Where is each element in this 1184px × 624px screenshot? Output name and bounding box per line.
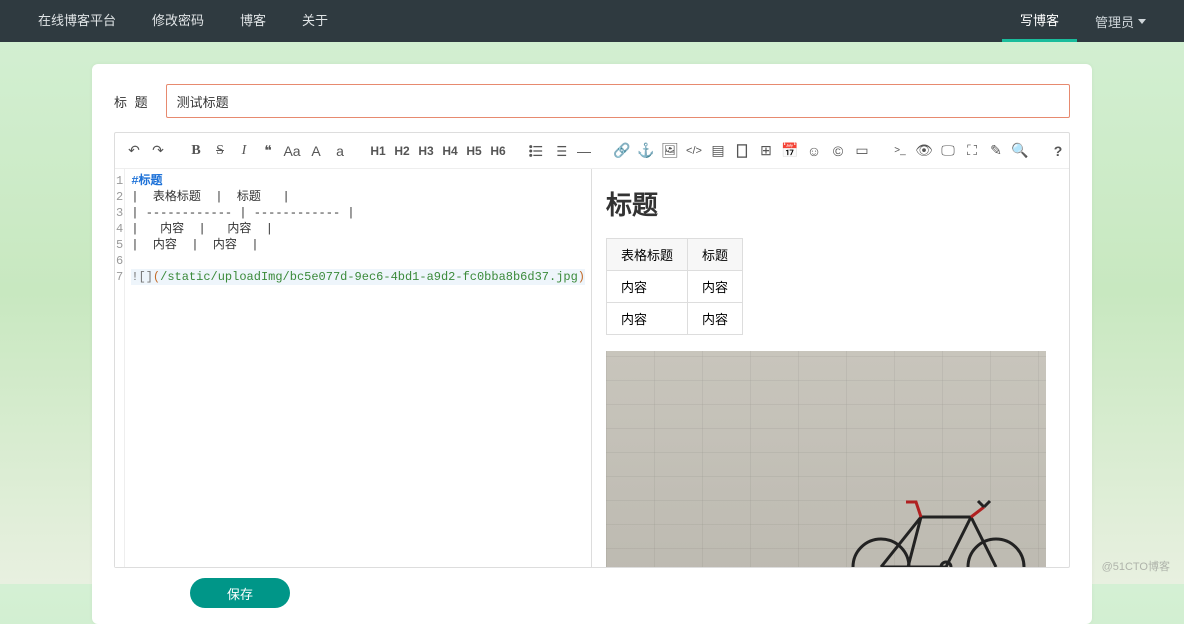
italic-button[interactable]: I bbox=[233, 138, 255, 164]
special-char-icon[interactable]: © bbox=[827, 138, 849, 164]
redo-icon[interactable]: ↷ bbox=[147, 138, 169, 164]
caret-down-icon bbox=[1138, 19, 1146, 24]
title-row: 标 题 bbox=[114, 84, 1070, 118]
code-icon[interactable]: </> bbox=[683, 138, 705, 164]
table-cell: 内容 bbox=[688, 303, 743, 335]
nav-change-password[interactable]: 修改密码 bbox=[134, 0, 222, 42]
code-line[interactable]: ![](/static/uploadImg/bc5e077d-9ec6-4bd1… bbox=[131, 269, 585, 285]
nav-about[interactable]: 关于 bbox=[284, 0, 346, 42]
h4-button[interactable]: H4 bbox=[439, 138, 461, 164]
source-code[interactable]: #标题| 表格标题 | 标题 || ------------ | -------… bbox=[125, 169, 591, 567]
search-icon[interactable]: 🔍 bbox=[1009, 138, 1031, 164]
clear-icon[interactable]: ✎ bbox=[985, 138, 1007, 164]
watermark: @51CTO博客 bbox=[1102, 558, 1170, 574]
nav-blog[interactable]: 博客 bbox=[222, 0, 284, 42]
preview-icon[interactable]: 🖵 bbox=[937, 138, 959, 164]
title-label: 标 题 bbox=[114, 92, 150, 111]
h3-button[interactable]: H3 bbox=[415, 138, 437, 164]
nav-admin-dropdown[interactable]: 管理员 bbox=[1077, 12, 1164, 31]
watch-icon[interactable]: 👁 bbox=[913, 138, 935, 164]
markdown-editor: ↶ ↷ B S I ❝ Aa A a H1 H2 H3 H4 H5 H6 — 🔗… bbox=[114, 132, 1070, 568]
code-line[interactable]: #标题 bbox=[131, 173, 585, 189]
table-icon[interactable]: ⊞ bbox=[755, 138, 777, 164]
form-footer: 保存 bbox=[114, 568, 1070, 608]
h6-button[interactable]: H6 bbox=[487, 138, 509, 164]
file-icon[interactable] bbox=[731, 138, 753, 164]
bicycle-image bbox=[836, 477, 1036, 567]
unordered-list-icon[interactable] bbox=[525, 138, 547, 164]
nav-left: 在线博客平台 修改密码 博客 关于 bbox=[20, 0, 346, 42]
fullscreen-icon[interactable]: ⛶ bbox=[961, 138, 983, 164]
uppercase-button[interactable]: A bbox=[305, 138, 327, 164]
preview-image bbox=[606, 351, 1046, 567]
code-line[interactable]: | 内容 | 内容 | bbox=[131, 237, 585, 253]
quote-button[interactable]: ❝ bbox=[257, 138, 279, 164]
ordered-list-icon[interactable] bbox=[549, 138, 571, 164]
codeblock-icon[interactable]: ▤ bbox=[707, 138, 729, 164]
case-aa-button[interactable]: Aa bbox=[281, 138, 303, 164]
save-button[interactable]: 保存 bbox=[190, 578, 290, 608]
emoji-icon[interactable]: ☺ bbox=[803, 138, 825, 164]
h1-button[interactable]: H1 bbox=[367, 138, 389, 164]
title-input[interactable] bbox=[166, 84, 1070, 118]
code-line[interactable]: | ------------ | ------------ | bbox=[131, 205, 585, 221]
table-header: 表格标题 bbox=[607, 239, 688, 271]
terminal-icon[interactable]: >_ bbox=[889, 138, 911, 164]
top-navbar: 在线博客平台 修改密码 博客 关于 写博客 管理员 bbox=[0, 0, 1184, 42]
code-line[interactable]: | 表格标题 | 标题 | bbox=[131, 189, 585, 205]
bold-button[interactable]: B bbox=[185, 138, 207, 164]
link-icon[interactable]: 🔗 bbox=[611, 138, 633, 164]
help-icon[interactable]: ? bbox=[1047, 138, 1069, 164]
hr-button[interactable]: — bbox=[573, 138, 595, 164]
editor-body: 1234567 #标题| 表格标题 | 标题 || ------------ |… bbox=[115, 169, 1069, 567]
image-icon[interactable]: 🖼 bbox=[659, 138, 681, 164]
table-cell: 内容 bbox=[688, 271, 743, 303]
editor-card: 标 题 ↶ ↷ B S I ❝ Aa A a H1 H2 H3 H4 H5 H6… bbox=[92, 64, 1092, 624]
code-line[interactable]: | 内容 | 内容 | bbox=[131, 221, 585, 237]
undo-icon[interactable]: ↶ bbox=[123, 138, 145, 164]
h5-button[interactable]: H5 bbox=[463, 138, 485, 164]
strikethrough-button[interactable]: S bbox=[209, 138, 231, 164]
anchor-icon[interactable]: ⚓ bbox=[635, 138, 657, 164]
line-gutter: 1234567 bbox=[115, 169, 125, 567]
preview-table: 表格标题标题内容内容内容内容 bbox=[606, 238, 743, 335]
table-header: 标题 bbox=[688, 239, 743, 271]
preview-pane: 标题 表格标题标题内容内容内容内容 bbox=[592, 169, 1069, 567]
pagebreak-icon[interactable]: ▭ bbox=[851, 138, 873, 164]
lowercase-button[interactable]: a bbox=[329, 138, 351, 164]
h2-button[interactable]: H2 bbox=[391, 138, 413, 164]
table-cell: 内容 bbox=[607, 271, 688, 303]
editor-toolbar: ↶ ↷ B S I ❝ Aa A a H1 H2 H3 H4 H5 H6 — 🔗… bbox=[115, 133, 1069, 169]
preview-heading: 标题 bbox=[606, 185, 1055, 222]
source-pane[interactable]: 1234567 #标题| 表格标题 | 标题 || ------------ |… bbox=[115, 169, 592, 567]
nav-admin-label: 管理员 bbox=[1095, 12, 1134, 31]
code-line[interactable] bbox=[131, 253, 585, 269]
nav-write-blog[interactable]: 写博客 bbox=[1002, 0, 1077, 42]
nav-platform[interactable]: 在线博客平台 bbox=[20, 0, 134, 42]
nav-right: 写博客 管理员 bbox=[1002, 0, 1164, 42]
table-cell: 内容 bbox=[607, 303, 688, 335]
calendar-icon[interactable]: 📅 bbox=[779, 138, 801, 164]
